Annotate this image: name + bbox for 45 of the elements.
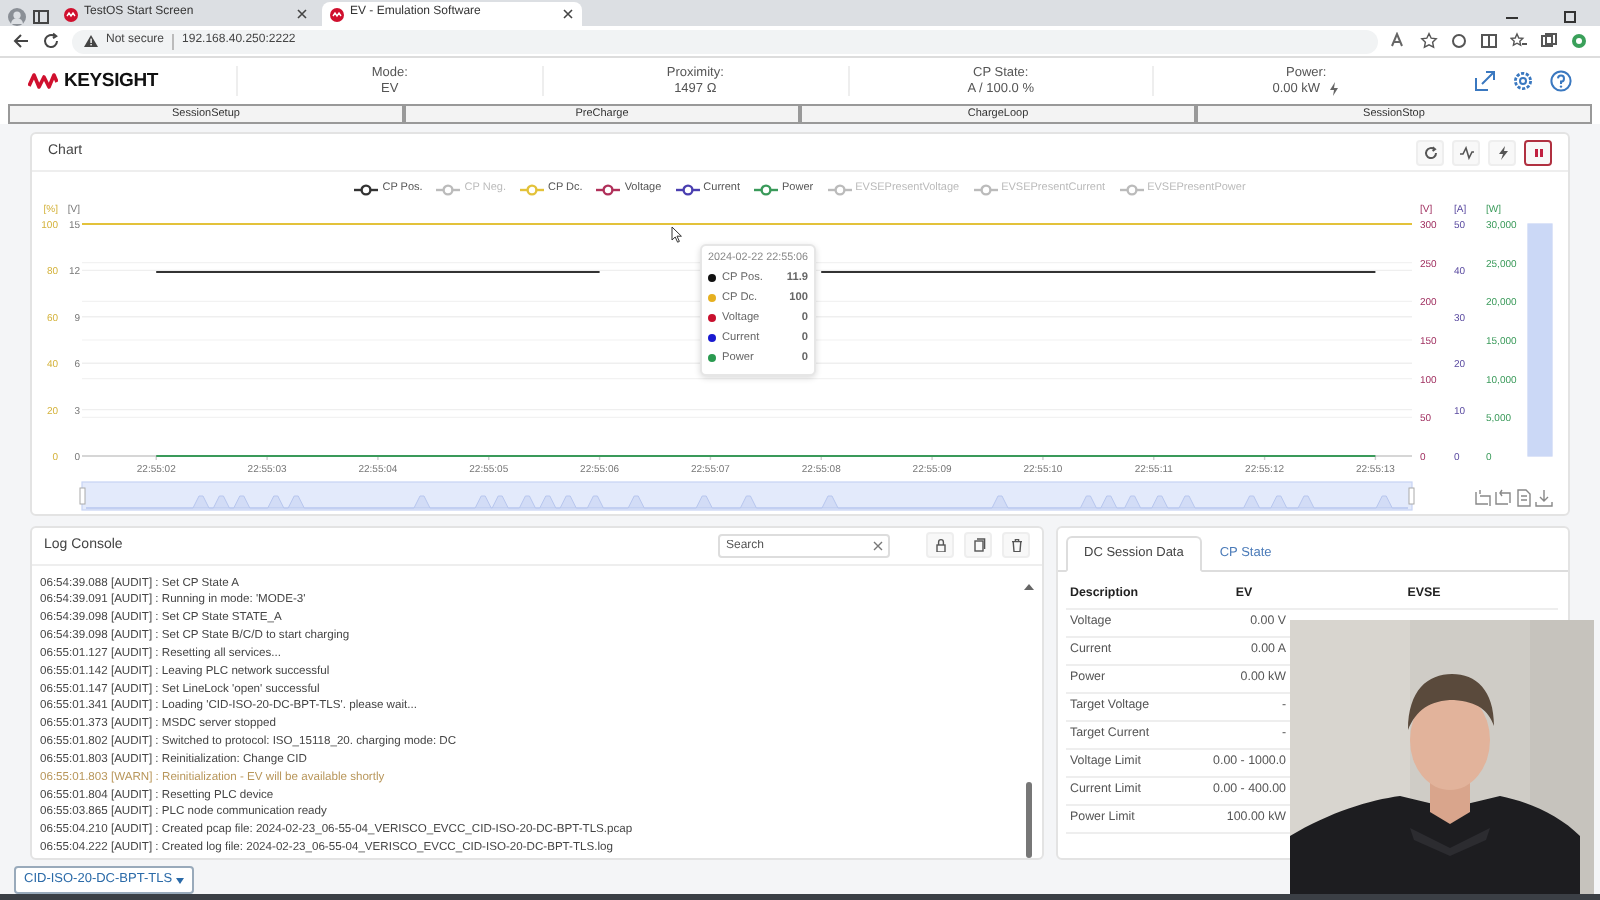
export-icon[interactable]	[1474, 70, 1496, 92]
split-window-icon[interactable]	[1480, 32, 1498, 50]
download-icon[interactable]	[1535, 489, 1553, 507]
favorite-star-icon[interactable]	[1420, 32, 1438, 50]
close-icon[interactable]	[562, 8, 574, 20]
maximize-icon[interactable]	[1560, 8, 1580, 26]
collections-icon[interactable]	[1540, 32, 1558, 50]
clear-icon[interactable]	[872, 539, 884, 552]
zoom-reset-icon[interactable]	[1495, 489, 1511, 505]
caret-icon	[176, 877, 185, 883]
app-logo-icon	[330, 7, 344, 21]
warning-icon	[84, 34, 98, 48]
refresh-icon	[1423, 145, 1437, 159]
copy-button[interactable]	[964, 532, 992, 559]
refresh-button[interactable]	[1416, 139, 1444, 165]
app-logo-icon	[64, 7, 78, 21]
pause-icon	[1531, 145, 1545, 159]
lightning-icon	[1495, 145, 1509, 159]
circle-icon[interactable]	[1450, 32, 1468, 50]
scroll-up-icon[interactable]	[1023, 581, 1033, 589]
lightning-icon	[1328, 81, 1341, 96]
favorites-icon[interactable]	[1510, 32, 1528, 50]
brand-name: KEYSIGHT	[64, 69, 158, 93]
lightning-button[interactable]	[1488, 139, 1516, 165]
pause-button[interactable]	[1524, 139, 1552, 165]
text-size-icon[interactable]	[1390, 32, 1408, 50]
trash-icon	[1009, 538, 1023, 553]
pulse-icon	[1459, 145, 1473, 159]
lock-button[interactable]	[926, 532, 954, 559]
extension-icon[interactable]	[1570, 32, 1588, 50]
reload-icon[interactable]	[42, 32, 60, 50]
logo-wave-icon	[28, 71, 58, 90]
back-icon[interactable]	[12, 32, 30, 50]
document-icon[interactable]	[1517, 489, 1531, 507]
cursor-icon	[671, 226, 682, 243]
help-icon[interactable]	[1550, 70, 1572, 92]
copy-icon	[971, 538, 985, 553]
settings-icon[interactable]	[1512, 70, 1534, 92]
range-slider-fill[interactable]	[1528, 224, 1552, 456]
delete-button[interactable]	[1002, 532, 1030, 559]
lock-icon	[933, 538, 947, 553]
close-icon[interactable]	[296, 8, 308, 20]
scrollbar-thumb[interactable]	[1025, 782, 1031, 858]
tab-actions-icon[interactable]	[32, 8, 50, 26]
waveform-button[interactable]	[1452, 139, 1480, 165]
